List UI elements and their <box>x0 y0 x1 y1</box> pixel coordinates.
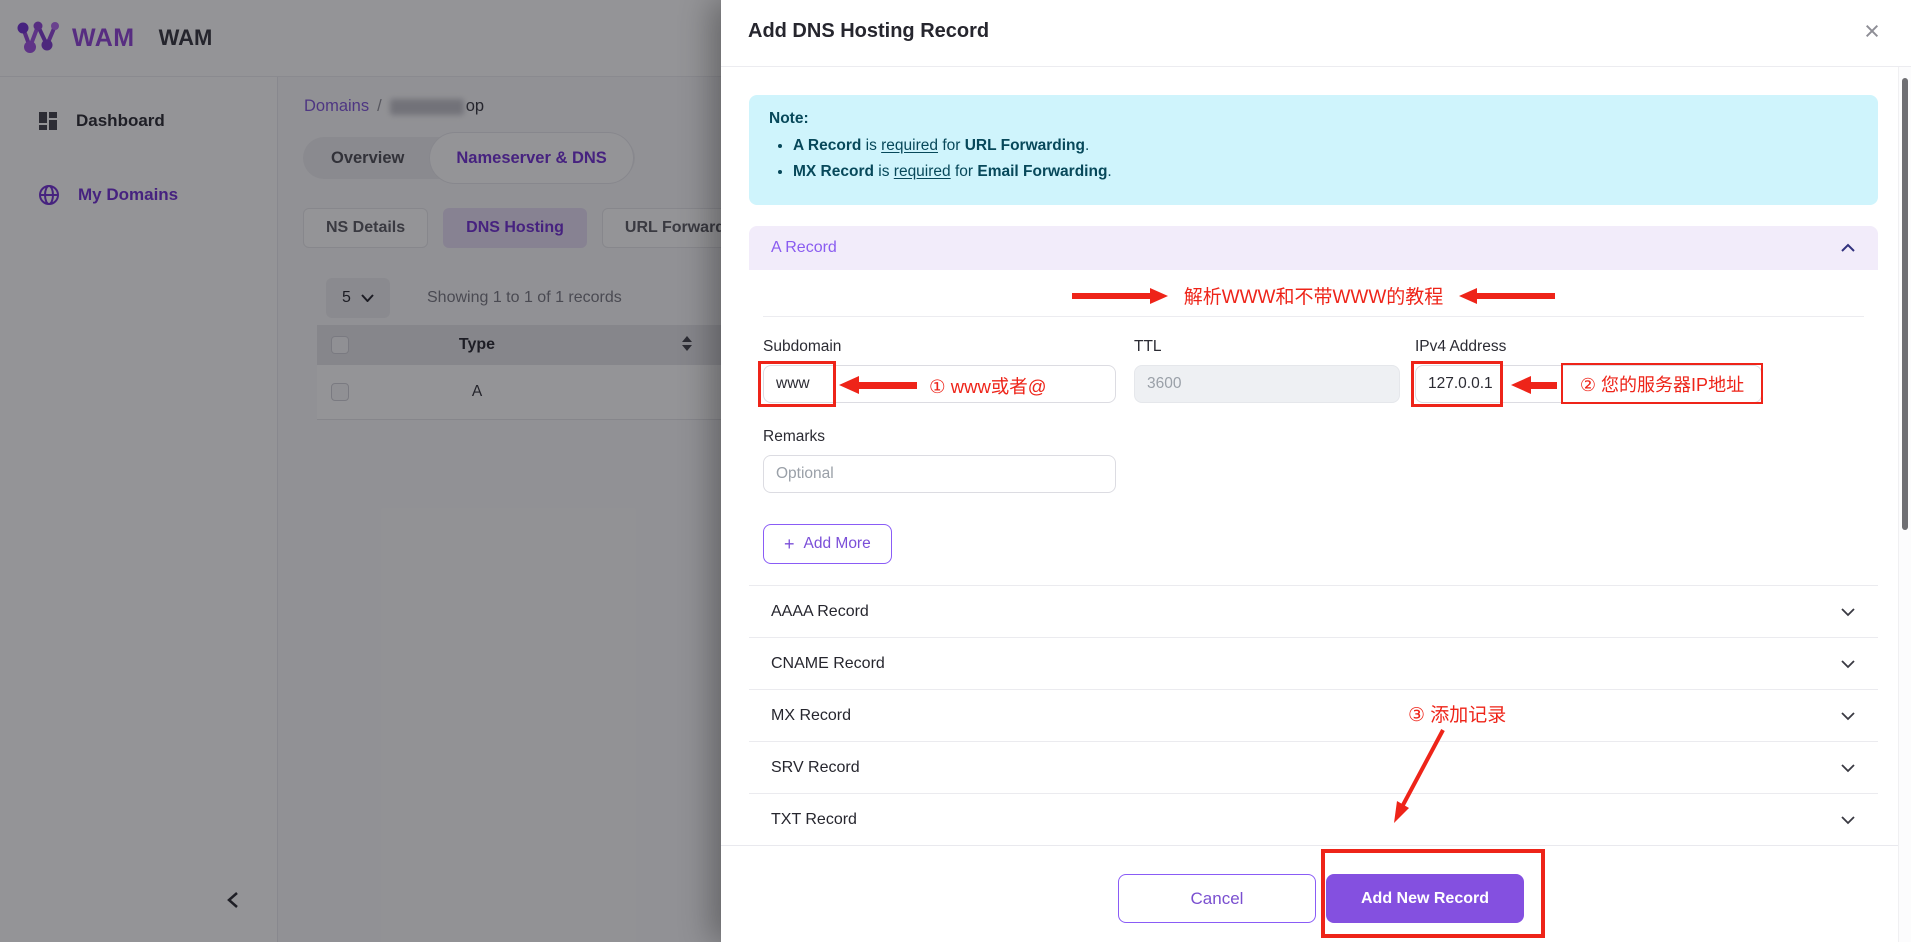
cancel-button[interactable]: Cancel <box>1118 874 1316 923</box>
ttl-field: TTL <box>1134 338 1400 403</box>
close-icon[interactable]: × <box>1857 16 1887 46</box>
accordion-header-srv-record[interactable]: SRV Record <box>749 741 1878 793</box>
a-record-panel: 解析WWW和不带WWW的教程 Subdomain ① www或者@ TTL <box>749 270 1878 585</box>
ipv4-field: IPv4 Address ② 您的服务器IP地址 <box>1415 338 1762 403</box>
modal-footer: Cancel Add New Record <box>721 845 1911 942</box>
remarks-label: Remarks <box>763 428 1116 446</box>
step2-annotation-box: ② 您的服务器IP地址 <box>1561 363 1763 404</box>
subdomain-field: Subdomain ① www或者@ <box>763 338 1116 403</box>
accordion-label: A Record <box>771 239 837 257</box>
add-new-record-button[interactable]: Add New Record <box>1326 874 1524 923</box>
red-arrow-left-icon <box>1511 376 1557 394</box>
accordion-header-a-record[interactable]: A Record <box>749 226 1878 270</box>
ipv4-label: IPv4 Address <box>1415 338 1762 356</box>
panel-divider <box>763 316 1864 317</box>
chevron-down-icon <box>1840 815 1856 825</box>
modal-title: Add DNS Hosting Record <box>748 20 989 43</box>
chevron-down-icon <box>1840 711 1856 721</box>
modal-header: Add DNS Hosting Record × <box>721 0 1911 67</box>
chevron-up-icon <box>1840 243 1856 253</box>
collapsed-accordions: AAAA Record CNAME Record MX Record SRV R… <box>749 585 1878 845</box>
accordion-header-txt-record[interactable]: TXT Record <box>749 793 1878 845</box>
remarks-field: Remarks <box>763 428 1116 493</box>
accordion-header-cname-record[interactable]: CNAME Record <box>749 637 1878 689</box>
step2-annotation: ② 您的服务器IP地址 <box>1580 371 1744 397</box>
accordion-header-aaaa-record[interactable]: AAAA Record <box>749 585 1878 637</box>
note-title: Note: <box>769 110 1858 128</box>
note-bullet: A Record is required for URL Forwarding. <box>793 133 1858 159</box>
add-dns-record-modal: Add DNS Hosting Record × Note: A Record … <box>721 0 1911 942</box>
chevron-down-icon <box>1840 659 1856 669</box>
add-more-label: Add More <box>804 535 871 553</box>
red-arrow-left-icon <box>839 376 917 394</box>
note-list: A Record is required for URL Forwarding.… <box>769 133 1858 185</box>
step3-annotation: ③ 添加记录 <box>1408 700 1506 727</box>
subdomain-label: Subdomain <box>763 338 1116 356</box>
tutorial-text: 解析WWW和不带WWW的教程 <box>1184 282 1444 309</box>
plus-icon: + <box>784 535 795 553</box>
chevron-down-icon <box>1840 607 1856 617</box>
ttl-input[interactable] <box>1134 365 1400 403</box>
red-arrow-right-icon <box>1072 288 1168 304</box>
tutorial-annotation: 解析WWW和不带WWW的教程 <box>749 282 1878 309</box>
ttl-label: TTL <box>1134 338 1400 356</box>
red-diagonal-arrow-icon <box>1343 724 1473 834</box>
note-alert: Note: A Record is required for URL Forwa… <box>749 95 1878 205</box>
add-more-button[interactable]: + Add More <box>763 524 892 564</box>
modal-scrollbar <box>1898 67 1911 942</box>
chevron-down-icon <box>1840 763 1856 773</box>
scrollbar-thumb[interactable] <box>1902 78 1908 530</box>
accordion-header-mx-record[interactable]: MX Record <box>749 689 1878 741</box>
step1-annotation: ① www或者@ <box>929 373 1047 399</box>
note-bullet: MX Record is required for Email Forwardi… <box>793 159 1858 185</box>
remarks-input[interactable] <box>763 455 1116 493</box>
red-arrow-left-icon <box>1459 288 1555 304</box>
